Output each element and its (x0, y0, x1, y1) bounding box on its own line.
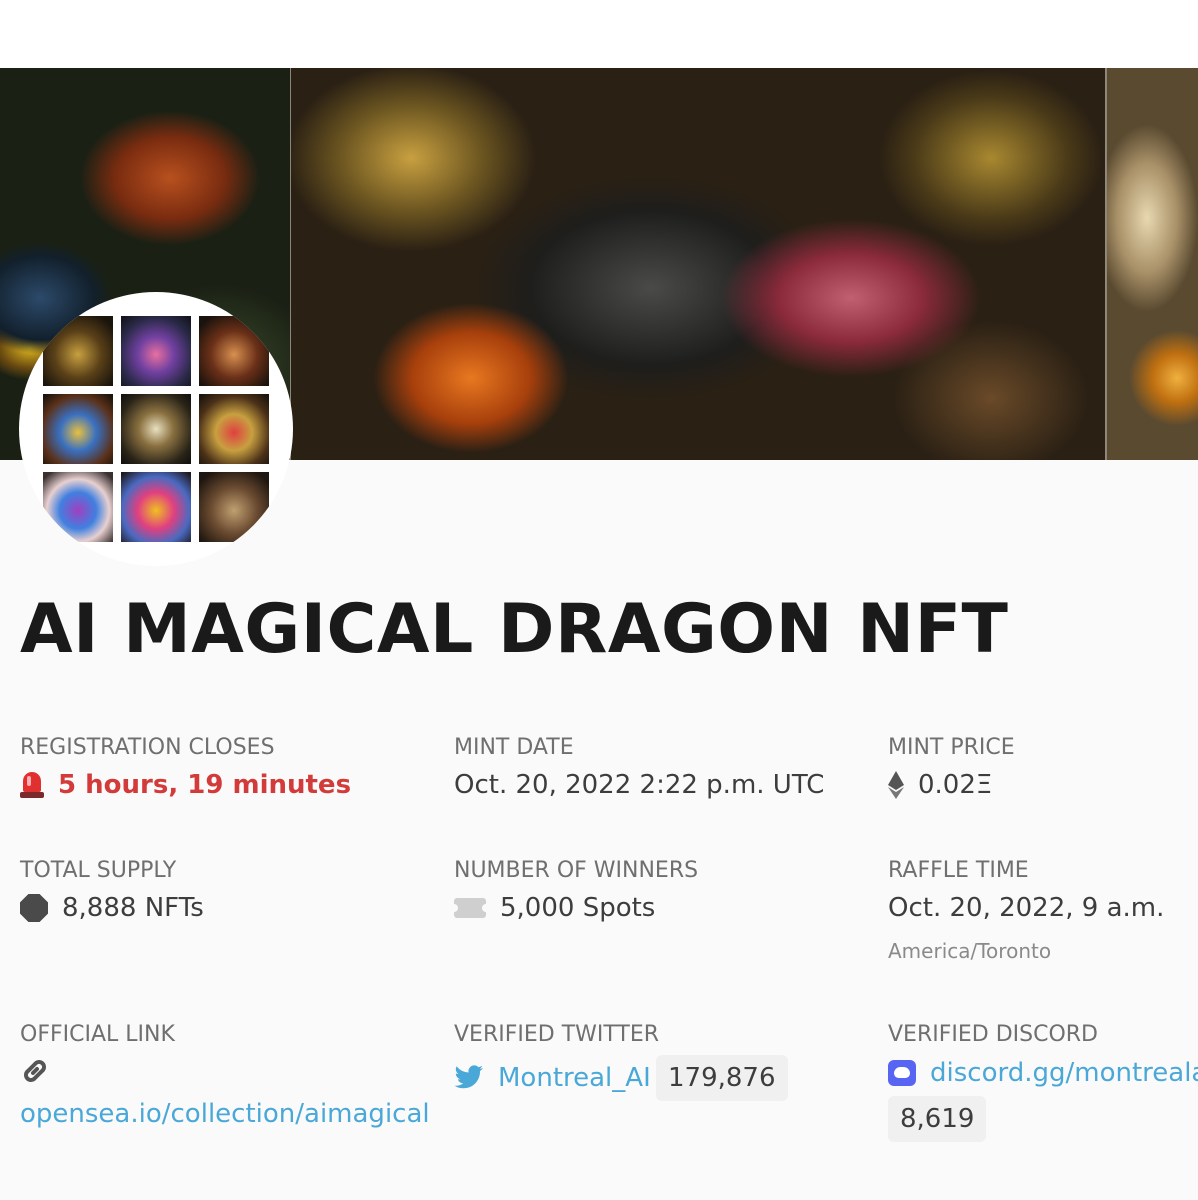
avatar-tile (121, 316, 191, 386)
avatar-tile (121, 472, 191, 542)
official-link[interactable]: opensea.io/collection/aimagical (20, 1099, 430, 1129)
avatar-tile (43, 394, 113, 464)
twitter-label: VERIFIED TWITTER (454, 1022, 660, 1047)
mint-price-value: 0.02Ξ (888, 770, 992, 800)
total-supply-label: TOTAL SUPPLY (20, 858, 177, 883)
avatar-tile (199, 394, 269, 464)
mint-price-amount: 0.02Ξ (918, 770, 993, 800)
top-bar (0, 0, 1198, 68)
registration-value: 5 hours, 19 minutes (20, 770, 351, 800)
total-supply-amount: 8,888 NFTs (62, 893, 204, 923)
twitter-icon (454, 1065, 484, 1091)
link-icon (20, 1056, 50, 1086)
raffle-timezone: America/Toronto (888, 939, 1052, 963)
raffle-value: Oct. 20, 2022, 9 a.m. (888, 893, 1165, 923)
twitter-handle[interactable]: Montreal_AI (498, 1063, 651, 1093)
mint-date-value: Oct. 20, 2022 2:22 p.m. UTC (454, 770, 825, 800)
official-link-icon-row (20, 1056, 50, 1086)
raffle-label: RAFFLE TIME (888, 858, 1029, 883)
discord-value: discord.gg/montrealai (888, 1058, 1198, 1088)
avatar-grid (43, 316, 269, 542)
twitter-value: Montreal_AI (454, 1063, 651, 1093)
siren-icon (20, 772, 44, 798)
avatar-tile (199, 316, 269, 386)
mint-date-label: MINT DATE (454, 735, 574, 760)
mint-price-label: MINT PRICE (888, 735, 1015, 760)
banner-art-center (291, 68, 1106, 460)
discord-invite-link[interactable]: discord.gg/montrealai (930, 1058, 1198, 1088)
avatar-tile (199, 472, 269, 542)
ticket-icon (450, 898, 490, 918)
official-link-label: OFFICIAL LINK (20, 1022, 175, 1047)
octagon-icon (20, 894, 48, 922)
banner-art-right (1107, 68, 1198, 460)
total-supply-value: 8,888 NFTs (20, 893, 204, 923)
twitter-followers-badge: 179,876 (656, 1055, 788, 1101)
page-title: AI MAGICAL DRAGON NFT (20, 590, 1009, 669)
avatar-tile (43, 316, 113, 386)
discord-label: VERIFIED DISCORD (888, 1022, 1098, 1047)
winners-amount: 5,000 Spots (500, 893, 656, 923)
discord-members-badge: 8,619 (888, 1096, 987, 1142)
ethereum-icon (888, 771, 904, 799)
winners-value: 5,000 Spots (450, 893, 656, 923)
collection-avatar (19, 292, 293, 566)
discord-icon (888, 1060, 916, 1086)
registration-countdown: 5 hours, 19 minutes (58, 770, 352, 800)
avatar-tile (43, 472, 113, 542)
registration-label: REGISTRATION CLOSES (20, 735, 275, 760)
avatar-tile (121, 394, 191, 464)
winners-label: NUMBER OF WINNERS (454, 858, 699, 883)
